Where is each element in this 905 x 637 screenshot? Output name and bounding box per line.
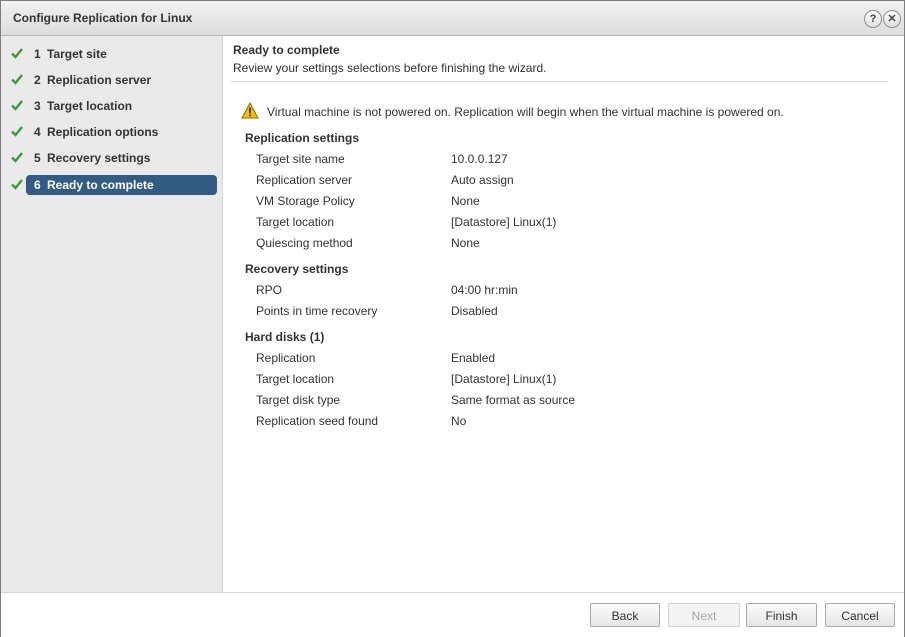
row-key: Target disk type xyxy=(256,393,341,407)
row-key: VM Storage Policy xyxy=(256,194,355,208)
row-key: Replication server xyxy=(256,173,353,187)
step-ready-to-complete[interactable]: 6 Ready to complete xyxy=(9,175,217,195)
warning-text: Virtual machine is not powered on. Repli… xyxy=(267,105,784,119)
finish-button[interactable]: Finish xyxy=(746,603,817,627)
row-key: Quiescing method xyxy=(256,236,353,250)
next-button[interactable]: Next xyxy=(668,603,740,627)
wizard-content: Ready to complete Review your settings s… xyxy=(223,36,904,592)
step-number: 1 xyxy=(34,47,41,61)
step-label: Target site xyxy=(47,47,107,61)
section-title-replication-settings: Replication settings xyxy=(245,131,360,145)
wizard-steps-sidebar: 1 Target site 2 Replication server 3 Tar… xyxy=(1,36,223,592)
row-value: [Datastore] Linux(1) xyxy=(451,215,557,229)
step-target-location[interactable]: 3 Target location xyxy=(9,96,217,116)
row-value: Disabled xyxy=(451,304,498,318)
row-value: None xyxy=(451,194,480,208)
summary-row: Target site name 10.0.0.127 xyxy=(256,152,856,168)
step-replication-server[interactable]: 2 Replication server xyxy=(9,70,217,90)
warning-icon xyxy=(241,102,259,119)
summary-row: Quiescing method None xyxy=(256,236,856,252)
section-title-recovery-settings: Recovery settings xyxy=(245,262,349,276)
summary-row: Replication server Auto assign xyxy=(256,173,856,189)
summary-row: Replication Enabled xyxy=(256,351,856,367)
page-subtitle: Review your settings selections before f… xyxy=(233,61,547,75)
close-button[interactable]: ✕ xyxy=(883,10,901,28)
row-key: RPO xyxy=(256,283,283,297)
summary-row: Target disk type Same format as source xyxy=(256,393,856,409)
checkmark-icon xyxy=(11,126,23,137)
step-label: Recovery settings xyxy=(47,151,151,165)
checkmark-icon xyxy=(11,74,23,85)
step-target-site[interactable]: 1 Target site xyxy=(9,44,217,64)
row-value: Enabled xyxy=(451,351,496,365)
summary-row: Replication seed found No xyxy=(256,414,856,430)
section-title-hard-disks: Hard disks (1) xyxy=(245,330,325,344)
step-number: 6 xyxy=(34,178,41,192)
help-button[interactable]: ? xyxy=(864,10,882,28)
step-number: 4 xyxy=(34,125,41,139)
checkmark-icon xyxy=(11,100,23,111)
row-key: Replication xyxy=(256,351,316,365)
dialog-footer: Back Next Finish Cancel xyxy=(1,592,904,637)
summary-row: Target location [Datastore] Linux(1) xyxy=(256,372,856,388)
summary-row: Points in time recovery Disabled xyxy=(256,304,856,320)
step-label: Ready to complete xyxy=(47,178,154,192)
checkmark-icon xyxy=(11,152,23,163)
warning-banner: Virtual machine is not powered on. Repli… xyxy=(241,102,881,120)
summary-row: RPO 04:00 hr:min xyxy=(256,283,856,299)
checkmark-icon xyxy=(11,179,23,190)
summary-row: Target location [Datastore] Linux(1) xyxy=(256,215,856,231)
page-title: Ready to complete xyxy=(233,43,340,57)
row-key: Replication seed found xyxy=(256,414,379,428)
row-value: 10.0.0.127 xyxy=(451,152,508,166)
row-value: No xyxy=(451,414,467,428)
step-number: 3 xyxy=(34,99,41,113)
step-label: Replication options xyxy=(47,125,159,139)
row-value: 04:00 hr:min xyxy=(451,283,518,297)
step-number: 2 xyxy=(34,73,41,87)
back-button[interactable]: Back xyxy=(590,603,660,627)
row-key: Target site name xyxy=(256,152,345,166)
summary-row: VM Storage Policy None xyxy=(256,194,856,210)
row-value: Auto assign xyxy=(451,173,514,187)
header-divider xyxy=(231,81,888,82)
cancel-button[interactable]: Cancel xyxy=(825,603,895,627)
row-value: None xyxy=(451,236,480,250)
configure-replication-dialog: Configure Replication for Linux ? ✕ 1 Ta… xyxy=(0,0,905,637)
step-number: 5 xyxy=(34,151,41,165)
step-replication-options[interactable]: 4 Replication options xyxy=(9,122,217,142)
dialog-title: Configure Replication for Linux xyxy=(13,11,193,25)
step-label: Target location xyxy=(47,99,133,113)
row-value: [Datastore] Linux(1) xyxy=(451,372,557,386)
row-key: Points in time recovery xyxy=(256,304,378,318)
step-label: Replication server xyxy=(47,73,152,87)
checkmark-icon xyxy=(11,48,23,59)
row-key: Target location xyxy=(256,372,335,386)
dialog-titlebar: Configure Replication for Linux ? ✕ xyxy=(1,1,904,36)
step-recovery-settings[interactable]: 5 Recovery settings xyxy=(9,148,217,168)
row-value: Same format as source xyxy=(451,393,576,407)
row-key: Target location xyxy=(256,215,335,229)
